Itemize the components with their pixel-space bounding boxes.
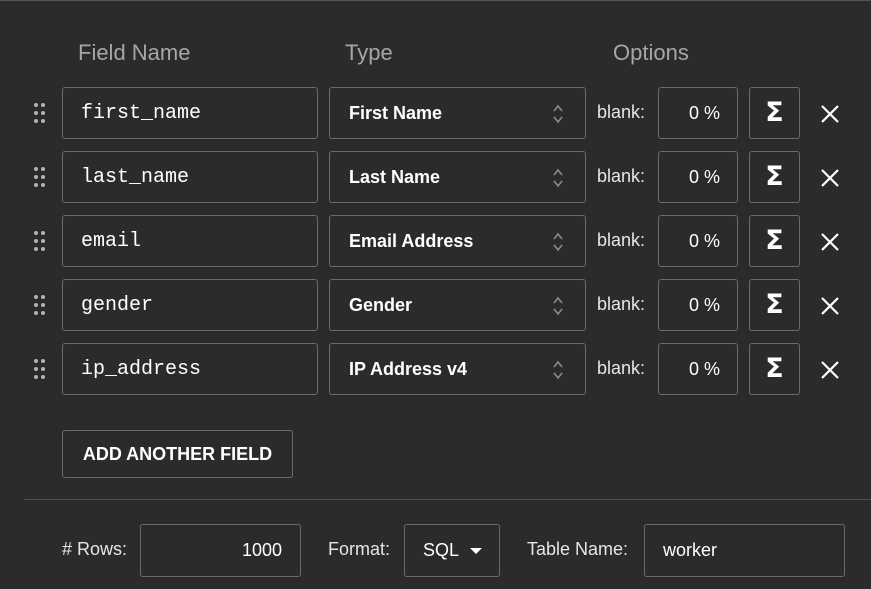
field-type-value: Gender — [349, 295, 413, 315]
type-header: Type — [345, 40, 393, 65]
field-name-input[interactable] — [62, 87, 318, 139]
field-row: Gender blank: Σ — [0, 279, 871, 333]
field-name-input[interactable] — [62, 151, 318, 203]
field-name-input[interactable] — [62, 343, 318, 395]
table-name-input[interactable] — [644, 524, 845, 577]
rows-input[interactable] — [140, 524, 301, 577]
up-down-arrows-icon — [553, 232, 563, 252]
field-name-input[interactable] — [62, 215, 318, 267]
formula-button[interactable]: Σ — [749, 215, 800, 267]
close-icon[interactable] — [818, 230, 842, 254]
close-icon[interactable] — [818, 166, 842, 190]
close-icon[interactable] — [818, 358, 842, 382]
drag-handle-icon[interactable] — [34, 231, 48, 253]
formula-button[interactable]: Σ — [749, 343, 800, 395]
add-another-field-button[interactable]: ADD ANOTHER FIELD — [62, 430, 293, 478]
formula-button[interactable]: Σ — [749, 279, 800, 331]
blank-label: blank: — [597, 102, 646, 122]
blank-percent-input[interactable] — [658, 343, 738, 395]
blank-label: blank: — [597, 166, 646, 186]
close-icon[interactable] — [818, 294, 842, 318]
format-label: Format: — [328, 539, 391, 559]
blank-label: blank: — [597, 358, 646, 378]
blank-label: blank: — [597, 230, 646, 250]
section-divider — [24, 499, 871, 500]
field-type-select[interactable]: IP Address v4 — [329, 343, 586, 395]
formula-button[interactable]: Σ — [749, 87, 800, 139]
field-row: Email Address blank: Σ — [0, 215, 871, 269]
blank-percent-input[interactable] — [658, 87, 738, 139]
field-type-value: Last Name — [349, 167, 441, 187]
caret-down-icon — [470, 548, 482, 554]
field-type-select[interactable]: Email Address — [329, 215, 586, 267]
field-row: Last Name blank: Σ — [0, 151, 871, 205]
blank-percent-input[interactable] — [658, 151, 738, 203]
top-divider — [0, 0, 871, 1]
field-type-value: First Name — [349, 103, 443, 123]
drag-handle-icon[interactable] — [34, 295, 48, 317]
blank-label: blank: — [597, 294, 646, 314]
sigma-icon: Σ — [765, 289, 784, 320]
sigma-icon: Σ — [765, 225, 784, 256]
format-value: SQL — [423, 540, 460, 560]
field-row: IP Address v4 blank: Σ — [0, 343, 871, 397]
table-name-label: Table Name: — [527, 539, 629, 559]
sigma-icon: Σ — [765, 353, 784, 384]
blank-percent-input[interactable] — [658, 215, 738, 267]
field-name-header: Field Name — [78, 40, 191, 65]
sigma-icon: Σ — [765, 97, 784, 128]
formula-button[interactable]: Σ — [749, 151, 800, 203]
up-down-arrows-icon — [553, 104, 563, 124]
field-type-select[interactable]: Gender — [329, 279, 586, 331]
blank-percent-input[interactable] — [658, 279, 738, 331]
drag-handle-icon[interactable] — [34, 359, 48, 381]
field-type-select[interactable]: Last Name — [329, 151, 586, 203]
sigma-icon: Σ — [765, 161, 784, 192]
field-row: First Name blank: Σ — [0, 87, 871, 141]
field-type-value: Email Address — [349, 231, 474, 251]
options-header: Options — [613, 40, 689, 65]
field-type-value: IP Address v4 — [349, 359, 468, 379]
up-down-arrows-icon — [553, 168, 563, 188]
up-down-arrows-icon — [553, 360, 563, 380]
close-icon[interactable] — [818, 102, 842, 126]
up-down-arrows-icon — [553, 296, 563, 316]
drag-handle-icon[interactable] — [34, 167, 48, 189]
field-type-select[interactable]: First Name — [329, 87, 586, 139]
rows-label: # Rows: — [62, 539, 128, 559]
field-name-input[interactable] — [62, 279, 318, 331]
drag-handle-icon[interactable] — [34, 103, 48, 125]
format-select[interactable]: SQL — [404, 524, 500, 577]
